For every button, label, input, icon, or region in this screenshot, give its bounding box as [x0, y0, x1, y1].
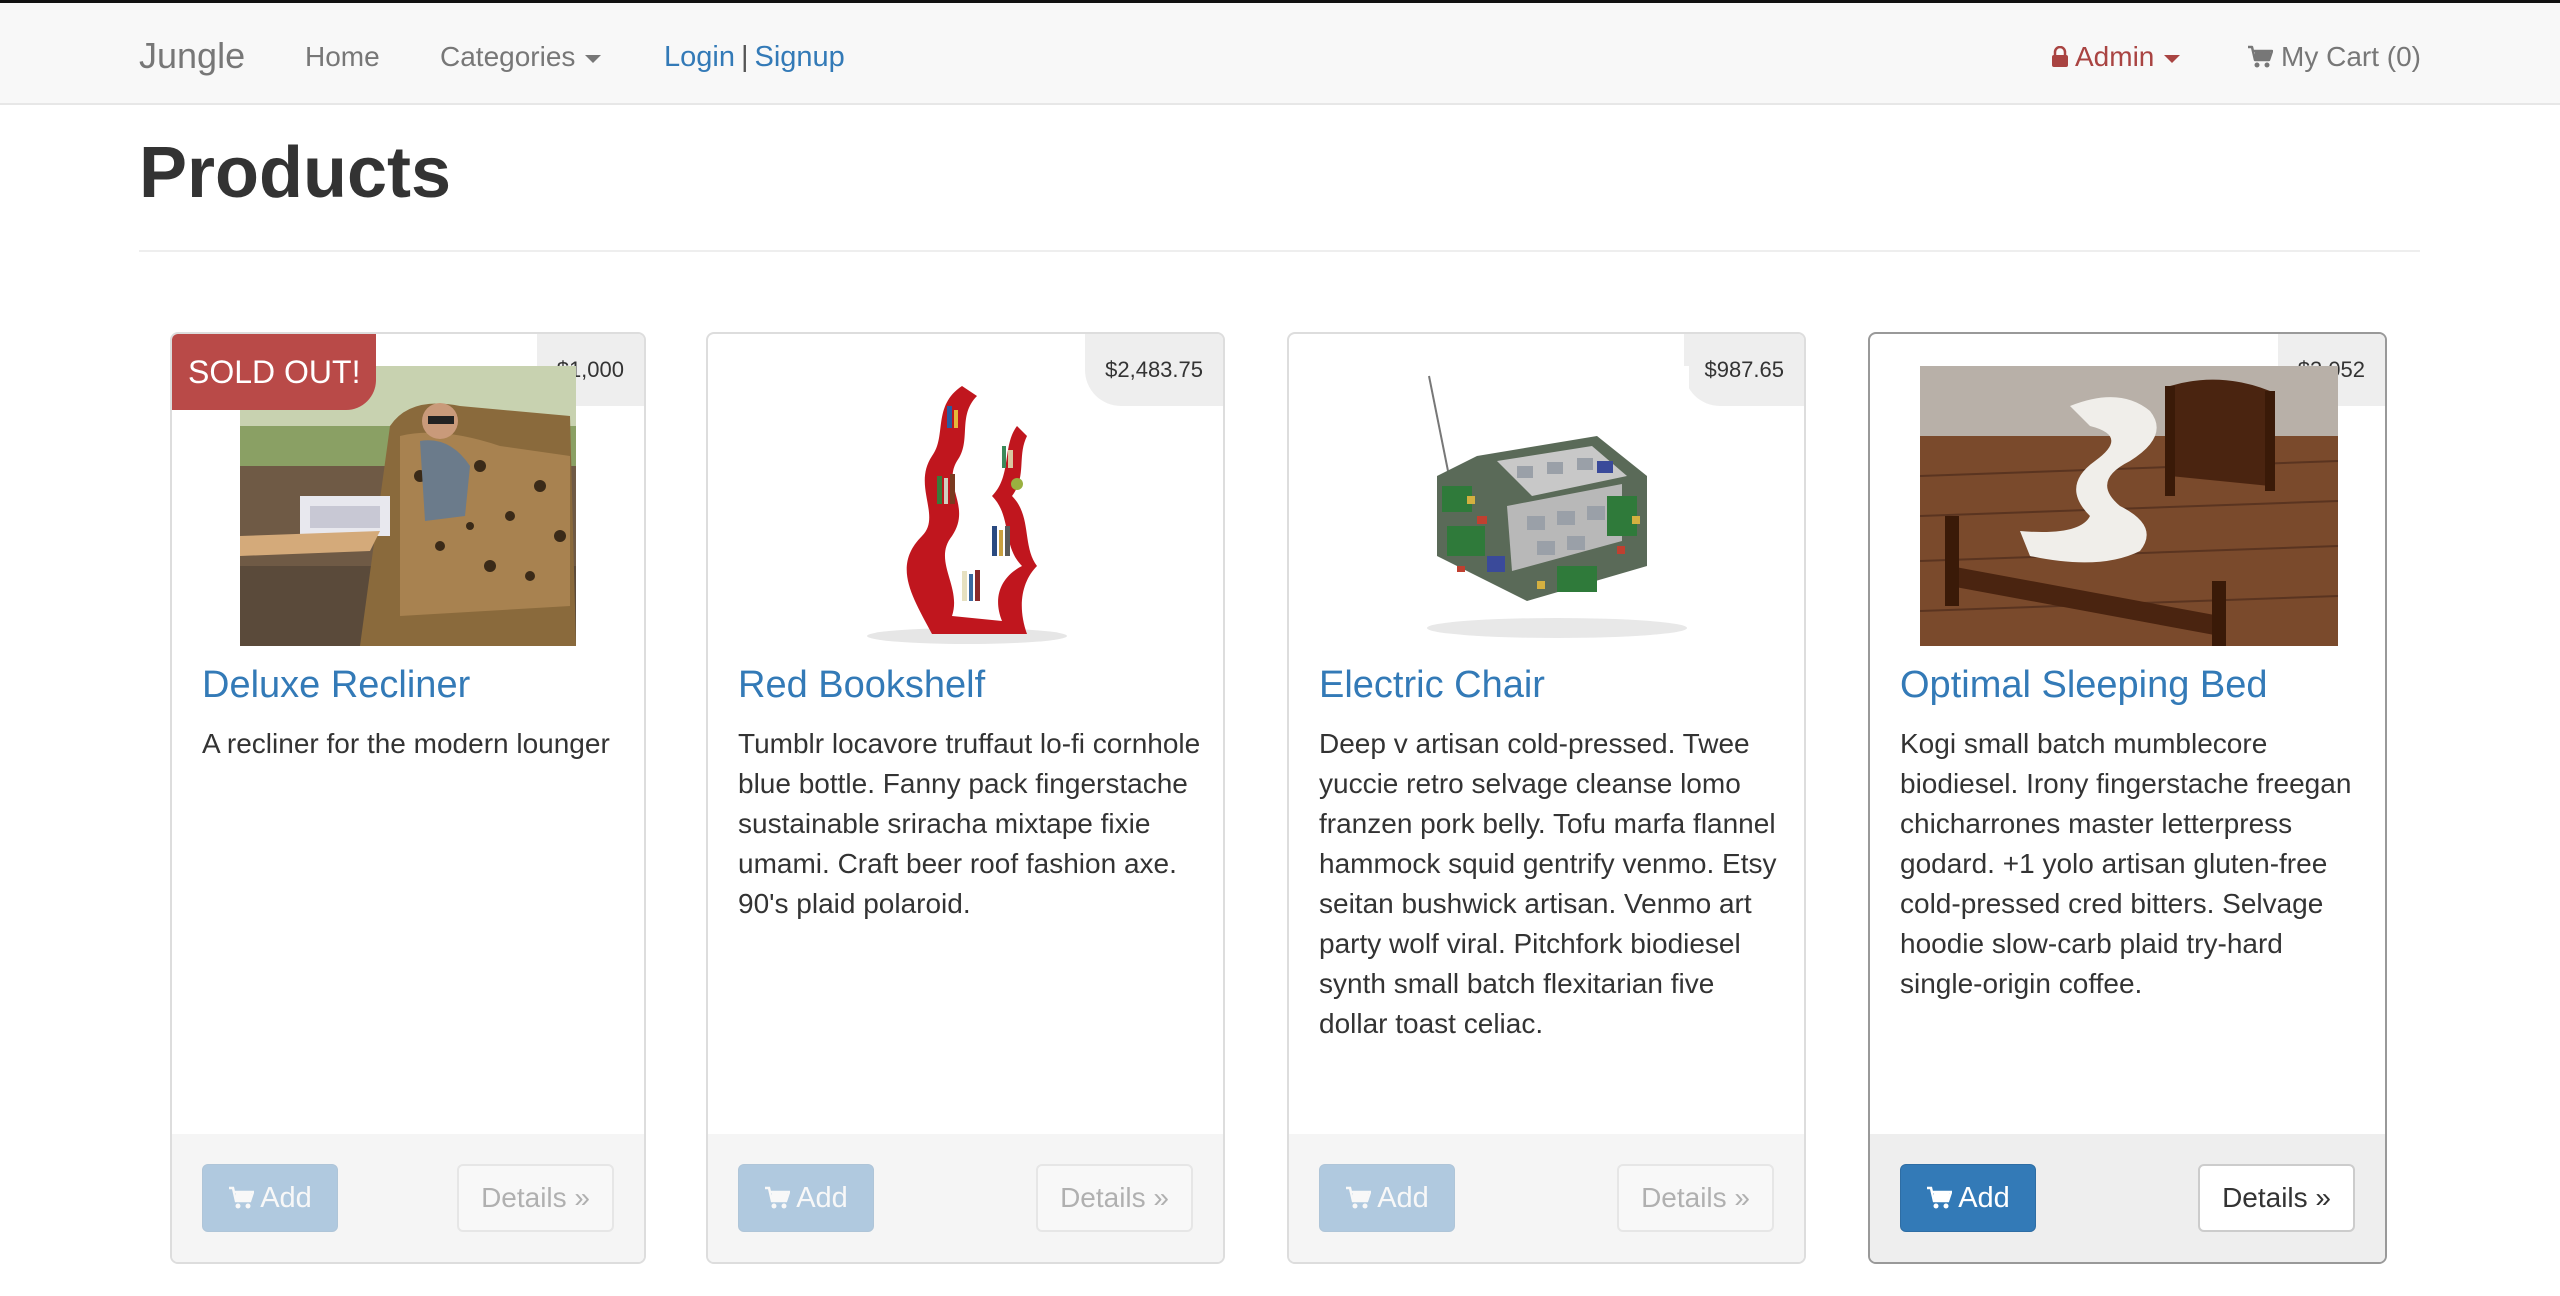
- product-title[interactable]: Red Bookshelf: [738, 664, 985, 707]
- chevron-down-icon: [585, 54, 602, 63]
- product-image[interactable]: [1407, 366, 1689, 646]
- card-footer: Add Details »: [708, 1134, 1223, 1262]
- card-footer: Add Details »: [1870, 1134, 2385, 1262]
- product-card-red-bookshelf: $2,483.75 Red Bookshelf Tumblr locavore …: [706, 332, 1225, 1264]
- details-button[interactable]: Details »: [457, 1164, 614, 1232]
- product-description: A recliner for the modern lounger: [202, 728, 610, 759]
- shopping-cart-icon: [1346, 1186, 1372, 1209]
- my-cart-link[interactable]: My Cart (0): [2247, 41, 2421, 73]
- page-title: Products: [139, 133, 452, 213]
- admin-dropdown[interactable]: Admin: [2051, 41, 2181, 73]
- add-to-cart-button[interactable]: Add: [1319, 1164, 1455, 1232]
- product-card-electric-chair: $987.65 Electric Chair Deep v artisan co…: [1287, 332, 1806, 1264]
- product-image[interactable]: [852, 366, 1082, 646]
- product-title[interactable]: Deluxe Recliner: [202, 664, 470, 707]
- shopping-cart-icon: [229, 1186, 255, 1209]
- add-to-cart-button[interactable]: Add: [202, 1164, 338, 1232]
- add-button-label: Add: [260, 1182, 312, 1214]
- lock-icon: [2052, 45, 2068, 67]
- categories-label: Categories: [440, 41, 576, 72]
- sold-out-badge: SOLD OUT!: [172, 334, 377, 410]
- shopping-cart-icon: [2248, 45, 2274, 68]
- cart-label: My Cart (0): [2281, 41, 2421, 72]
- price-badge: $2,483.75: [1085, 334, 1223, 406]
- card-footer: Add Details »: [1289, 1134, 1804, 1262]
- add-to-cart-button[interactable]: Add: [1900, 1164, 2036, 1232]
- details-button[interactable]: Details »: [1617, 1164, 1774, 1232]
- add-to-cart-button[interactable]: Add: [738, 1164, 874, 1232]
- nav-home-link[interactable]: Home: [305, 41, 380, 73]
- navbar: Jungle Home Categories Login | Signup Admi…: [0, 3, 2560, 105]
- details-button[interactable]: Details »: [2198, 1164, 2355, 1232]
- add-button-label: Add: [796, 1182, 848, 1214]
- price-badge: $987.65: [1684, 334, 1804, 406]
- login-link[interactable]: Login: [664, 41, 735, 73]
- product-image[interactable]: [1920, 366, 2338, 646]
- product-description: Kogi small batch mumblecore biodiesel. I…: [1900, 728, 2352, 999]
- card-footer: Add Details »: [172, 1134, 644, 1262]
- product-title[interactable]: Optimal Sleeping Bed: [1900, 664, 2268, 707]
- brand-link[interactable]: Jungle: [139, 35, 245, 77]
- categories-dropdown[interactable]: Categories: [440, 41, 602, 73]
- product-description: Deep v artisan cold-pressed. Twee yuccie…: [1319, 728, 1777, 1039]
- signup-link[interactable]: Signup: [755, 41, 845, 73]
- title-divider: [139, 250, 2420, 252]
- product-card-optimal-sleeping-bed: $3,052 Optimal Sleeping Bed Kogi small b…: [1868, 332, 2387, 1264]
- shopping-cart-icon: [1927, 1186, 1953, 1209]
- chevron-down-icon: [2164, 54, 2181, 63]
- product-title[interactable]: Electric Chair: [1319, 664, 1545, 707]
- add-button-label: Add: [1958, 1182, 2010, 1214]
- product-description: Tumblr locavore truffaut lo-fi cornhole …: [738, 728, 1201, 919]
- admin-label: Admin: [2075, 41, 2155, 72]
- product-card-deluxe-recliner: SOLD OUT! $1,000 Deluxe Recliner A recli…: [170, 332, 646, 1264]
- auth-separator: |: [740, 41, 749, 73]
- shopping-cart-icon: [765, 1186, 791, 1209]
- add-button-label: Add: [1377, 1182, 1429, 1214]
- details-button[interactable]: Details »: [1036, 1164, 1193, 1232]
- auth-links: Login | Signup: [664, 41, 845, 74]
